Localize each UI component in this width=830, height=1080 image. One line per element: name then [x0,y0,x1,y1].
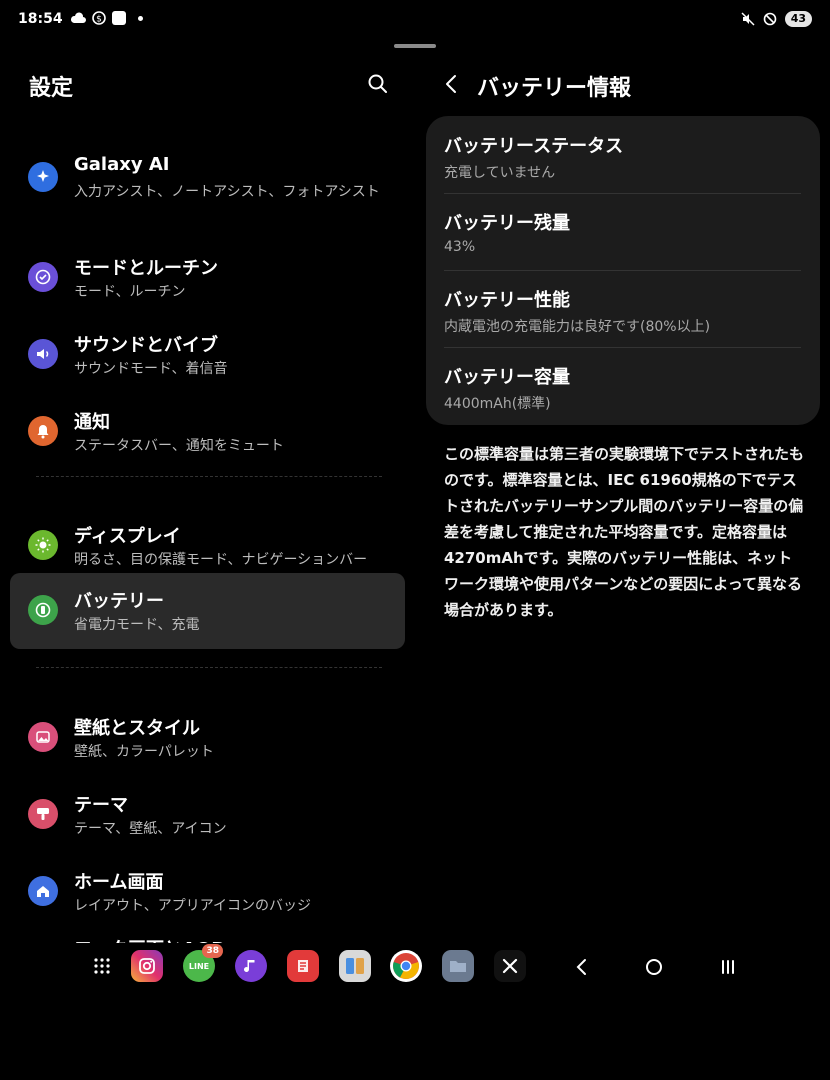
battery-info-card: バッテリーステータス 充電していません バッテリー残量 43% バッテリー性能 … [426,116,820,425]
chrome-app[interactable] [390,950,422,982]
settings-item-galaxy-ai[interactable]: Galaxy AI 入力アシスト、ノートアシスト、フォトアシスト [10,140,405,216]
line-icon: LINE [188,961,210,971]
item-subtitle: サウンドモード、着信音 [74,361,228,377]
row-title: バッテリーステータス [444,136,624,157]
line-app[interactable]: LINE 38 [183,944,223,982]
settings-item-wallpaper[interactable]: 壁紙とスタイル 壁紙、カラーパレット [10,700,405,776]
drag-handle[interactable] [394,44,436,48]
instagram-icon [139,958,155,974]
item-subtitle: モード、ルーチン [74,284,186,300]
item-title: テーマ [74,795,128,816]
settings-item-modes-routines[interactable]: モードとルーチン モード、ルーチン [10,240,405,316]
battery-status-row: バッテリーステータス 充電していません [444,132,801,182]
status-time: 18:54 [18,11,63,27]
do-not-disturb-icon [763,12,776,26]
battery-performance-row: バッテリー性能 内蔵電池の充電能力は良好です(80%以上) [444,286,801,336]
item-title: 通知 [74,412,110,433]
row-title: バッテリー容量 [444,367,570,388]
settings-item-battery[interactable]: バッテリー 省電力モード、充電 [10,573,405,649]
home-icon [28,876,58,906]
chrome-icon [393,953,419,979]
item-title: サウンドとバイブ [74,335,218,356]
row-value: 充電していません [444,165,556,181]
row-value: 内蔵電池の充電能力は良好です(80%以上) [444,319,711,335]
battery-level-row: バッテリー残量 43% [444,209,801,255]
more-notifications-dot [138,15,143,21]
app-notification-icon [112,11,126,25]
settings-item-sound[interactable]: サウンドとバイブ サウンドモード、着信音 [10,317,405,393]
check-circle-icon [28,262,58,292]
chevron-left-icon [576,959,586,975]
capacity-description: この標準容量は第三者の実験環境下でテストされたものです。標準容量とは、IEC 6… [444,445,805,619]
item-title: Galaxy AI [74,154,170,175]
recents-icon [722,960,734,974]
section-divider [36,476,382,477]
grid-icon [94,958,110,974]
nav-recents-button[interactable] [715,954,741,980]
brush-icon [28,799,58,829]
back-button[interactable] [440,70,464,98]
row-title: バッテリー残量 [444,213,570,234]
item-subtitle: テーマ、壁紙、アイコン [74,821,227,837]
item-title: ディスプレイ [74,526,181,547]
battery-level-badge: 43 [784,11,812,27]
nav-home-button[interactable] [641,954,667,980]
item-subtitle: レイアウト、アプリアイコンのバッジ [74,898,312,914]
folder-icon [450,961,466,972]
chevron-left-icon [446,75,456,93]
settings-item-notifications[interactable]: 通知 ステータスバー、通知をミュート [10,394,405,470]
nav-back-button[interactable] [569,954,595,980]
row-value: 4400mAh(標準) [444,396,551,412]
status-notification-icons: $ [70,11,143,25]
item-subtitle: 入力アシスト、ノートアシスト、フォトアシスト [74,184,380,200]
x-app[interactable] [494,950,526,982]
bell-icon [28,416,58,446]
item-title: バッテリー [74,591,164,612]
item-title: ロック画面とAOD [74,935,226,943]
mute-icon [741,12,755,26]
battery-capacity-row: バッテリー容量 4400mAh(標準) [444,363,801,413]
row-title: バッテリー性能 [444,290,570,311]
battery-icon [28,595,58,625]
item-subtitle: 省電力モード、充電 [74,617,200,633]
coin-icon: $ [92,11,106,25]
row-divider [444,193,801,194]
item-title: モードとルーチン [74,258,218,279]
row-divider [444,270,801,271]
status-right-icons: 43 [741,11,812,27]
item-title: ホーム画面 [74,872,164,893]
item-subtitle: 壁紙、カラーパレット [74,744,214,760]
item-subtitle: 明るさ、目の保護モード、ナビゲーションバー [74,552,368,568]
multi-window-app[interactable] [339,950,371,982]
settings-title: 設定 [29,76,74,101]
section-divider [36,667,382,668]
item-subtitle: ステータスバー、通知をミュート [74,438,284,454]
picture-icon [28,722,58,752]
row-value: 43% [444,239,476,255]
sun-icon [28,530,58,560]
settings-item-themes[interactable]: テーマ テーマ、壁紙、アイコン [10,777,405,853]
music-app[interactable] [235,950,267,982]
search-button[interactable] [366,72,390,96]
split-screen-icon [346,958,364,974]
folder-app[interactable] [442,950,474,982]
app-drawer-button[interactable] [86,950,118,982]
x-logo-icon [502,958,518,974]
cloud-icon [70,12,86,23]
sparkle-icon [28,162,58,192]
svg-text:$: $ [96,15,102,25]
note-icon [298,960,308,972]
home-circle-icon [646,959,662,975]
speaker-icon [28,339,58,369]
page-title: バッテリー情報 [477,76,632,101]
notes-app[interactable] [287,950,319,982]
music-note-icon [244,960,255,972]
item-title: 壁紙とスタイル [74,718,200,739]
search-icon [368,74,387,93]
settings-item-home-screen[interactable]: ホーム画面 レイアウト、アプリアイコンのバッジ [10,854,405,930]
instagram-app[interactable] [131,950,163,982]
notification-badge: 38 [202,944,223,958]
row-divider [444,347,801,348]
settings-item-lock-screen[interactable]: ロック画面とAOD [10,931,405,943]
